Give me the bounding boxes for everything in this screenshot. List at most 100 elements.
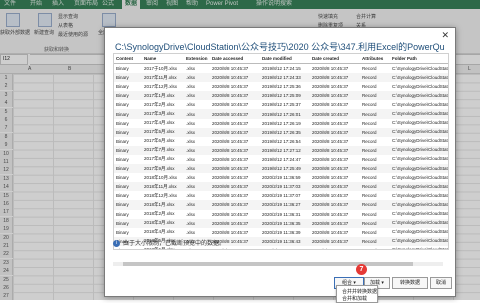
table-row[interactable]: Binary 2017年9月.xlsx .xlsx 2020/8/8 10:45:37… <box>114 164 448 174</box>
table-cell: 2020/2/19 11:37:03 <box>260 182 310 192</box>
table-header-row: Content Name Extension Date accessed Date mo… <box>114 54 448 64</box>
table-cell: Record <box>360 236 390 246</box>
table-row[interactable]: Binary 2018年2月.xlsx .xlsx 2020/8/8 10:45:37… <box>114 210 448 219</box>
table-cell: .xlsx <box>184 182 210 192</box>
table-cell: Binary <box>116 102 129 108</box>
table-cell: 2020/8/8 10:45:37 <box>212 229 249 235</box>
table-row[interactable]: Binary 2017年5月.xlsx .xlsx 2020/8/8 10:45:37… <box>114 127 448 137</box>
table-cell: 2017年8月.xlsx <box>144 156 175 162</box>
table-cell: 2020/8/8 10:45:37 <box>212 84 249 90</box>
table-row[interactable]: Binary 2018年1月.xlsx .xlsx 2020/8/8 10:45:37… <box>114 200 448 210</box>
table-cell: 2020/8/8 10:45:37 <box>310 73 360 83</box>
table-row[interactable]: Binary 2017年4月.xlsx .xlsx 2020/8/8 10:45:37… <box>114 119 449 128</box>
table-cell: 2020/8/8 10:45:37 <box>310 91 360 101</box>
table-row[interactable]: Binary 2018年3月.xlsx .xlsx 2020/8/8 10:45:37… <box>114 218 448 228</box>
table-cell: 2018年10月.xlsx <box>144 174 178 180</box>
table-row[interactable]: Binary 2017年11月.xlsx .xlsx 2020/8/8 10:45:3… <box>114 73 448 83</box>
table-cell: 2017年9月.xlsx <box>142 164 184 174</box>
combine-and-transform-item[interactable]: 合并并转换数据 <box>342 288 377 295</box>
table-cell: .xlsx <box>186 156 195 162</box>
table-cell: 2020/8/8 10:45:37 <box>210 127 260 137</box>
table-cell: 2020/8/8 10:45:37 <box>210 109 260 119</box>
table-cell: 2020/8/8 10:45:37 <box>312 138 349 144</box>
table-row[interactable]: Binary 2017年6月.xlsx .xlsx 2020/8/8 10:45:37… <box>114 137 448 146</box>
table-cell: 2019/8/12 17:24:33 <box>260 73 310 83</box>
table-cell: C:\SynologyDrive\CloudStation\公众号技 <box>390 91 448 101</box>
table-cell: 2020/2/19 11:36:27 <box>260 200 310 210</box>
table-cell: Record <box>362 84 377 90</box>
table-cell: 2020/2/19 11:37:07 <box>262 193 301 199</box>
table-cell: Record <box>362 193 377 199</box>
table-cell: C:\SynologyDrive\CloudStation\公众号技 <box>390 218 448 228</box>
table-cell: 2017年11月.xlsx <box>142 73 184 83</box>
table-row[interactable]: Binary 2017年7月.xlsx .xlsx 2020/8/8 10:45:37… <box>114 145 448 155</box>
truncation-text: 由于大小限制，已截断预览中的数据。 <box>123 241 226 247</box>
table-cell: 2020/8/8 10:45:37 <box>310 127 360 137</box>
table-cell: Record <box>360 218 390 228</box>
table-cell: 2017年5月.xlsx <box>142 127 184 137</box>
table-cell: 2017年1月.xlsx <box>142 91 184 101</box>
table-cell: 2020/8/8 10:45:37 <box>310 182 360 192</box>
table-cell: 2020/8/8 10:45:37 <box>310 246 360 249</box>
table-cell: C:\SynologyDrive\CloudStation\公众号技 <box>390 164 448 174</box>
table-cell: 2020/8/8 10:45:37 <box>210 91 260 101</box>
table-cell: Binary <box>116 156 129 162</box>
table-cell: C:\SynologyDrive\CloudStation\公众号技 <box>392 101 449 107</box>
combine-and-load-item[interactable]: 合并和加载 <box>342 295 367 302</box>
column-header: Extension <box>184 54 210 64</box>
table-cell: C:\SynologyDrive\CloudStation\公众号技 <box>392 120 449 126</box>
table-cell: 2020/2/19 11:36:31 <box>262 211 301 217</box>
column-header: Attributes <box>360 54 390 64</box>
table-cell: Binary <box>114 127 142 137</box>
table-cell: C:\SynologyDrive\CloudStation\公众号技 <box>390 200 448 210</box>
table-row[interactable]: Binary 2017年8月.xlsx .xlsx 2020/8/8 10:45:37… <box>114 155 448 164</box>
table-cell: 2018年2月.xlsx <box>144 211 175 217</box>
table-cell: 2020/8/8 10:45:37 <box>310 200 360 210</box>
table-cell: C:\SynologyDrive\CloudStation\公众号技 <box>392 192 449 198</box>
table-cell: .xlsx <box>184 91 210 101</box>
horizontal-scrollbar[interactable] <box>113 262 443 266</box>
table-row[interactable]: Binary 2017年2月.xlsx .xlsx 2020/8/8 10:45:37… <box>114 100 449 109</box>
table-row[interactable]: Binary 2018年4月.xlsx .xlsx 2020/8/8 10:45:37… <box>114 228 448 237</box>
table-cell: 2020/8/8 10:45:37 <box>312 120 349 126</box>
table-cell: Binary <box>114 218 142 228</box>
table-cell: 2017年4月.xlsx <box>144 120 175 126</box>
table-row[interactable]: Binary 2017年12月.xlsx .xlsx 2020/8/8 10:45:3… <box>114 82 448 91</box>
table-cell: 2020/8/8 10:45:37 <box>212 120 249 126</box>
table-row[interactable]: Binary 2017年3月.xlsx .xlsx 2020/8/8 10:45:37… <box>114 109 448 119</box>
table-cell: 2020/8/8 10:45:37 <box>210 200 260 210</box>
table-row[interactable]: Binary 2018年10月.xlsx .xlsx 2020/8/8 10:45:3… <box>114 173 449 182</box>
column-header: Content <box>114 54 142 64</box>
table-cell: 2020/8/8 10:45:37 <box>310 236 360 246</box>
table-cell: 2019/8/12 17:26:54 <box>262 138 301 144</box>
table-cell: .xlsx <box>186 211 195 217</box>
transform-data-button[interactable]: 转换数据 <box>392 277 428 289</box>
table-cell: .xlsx <box>186 193 195 199</box>
table-cell: Record <box>360 73 390 83</box>
table-cell: 2019/8/12 17:26:19 <box>262 120 301 126</box>
table-cell: Binary <box>114 73 142 83</box>
table-cell: 2019/8/12 17:27:12 <box>260 145 310 155</box>
table-cell: Binary <box>116 193 129 199</box>
table-cell: 2020/8/8 10:45:37 <box>210 164 260 174</box>
table-cell: C:\SynologyDrive\CloudStation\公众号技 <box>392 174 449 180</box>
table-cell: 2020/8/8 10:45:37 <box>210 218 260 228</box>
table-row[interactable]: Binary 2018年12月.xlsx .xlsx 2020/8/8 10:45:3… <box>114 191 449 200</box>
table-cell: 2019/8/12 17:25:37 <box>262 102 301 108</box>
table-cell: 2020/8/8 10:45:37 <box>212 156 249 162</box>
table-row[interactable]: Binary 2017年1月.xlsx .xlsx 2020/8/8 10:45:37… <box>114 91 448 101</box>
table-cell: Binary <box>116 138 129 144</box>
table-cell: 2017年7月.xlsx <box>142 145 184 155</box>
table-cell: Record <box>362 120 377 126</box>
cancel-button[interactable]: 取消 <box>430 277 452 289</box>
table-row[interactable]: Binary 2017于10月.xlsx .xlsx 2020/8/8 10:45:3… <box>114 64 448 74</box>
table-row[interactable]: Binary 2018年11月.xlsx .xlsx 2020/8/8 10:45:3… <box>114 182 448 192</box>
table-cell: C:\SynologyDrive\CloudStation\公众号技 <box>390 109 448 119</box>
table-cell: Binary <box>116 229 129 235</box>
table-cell: 2020/8/8 10:45:37 <box>212 211 249 217</box>
table-cell: .xlsx <box>186 66 195 72</box>
table-cell: 2020/2/19 11:36:35 <box>260 218 310 228</box>
scrollbar-thumb[interactable] <box>123 262 413 266</box>
column-header: Name <box>142 54 184 64</box>
table-cell: Binary <box>116 120 129 126</box>
